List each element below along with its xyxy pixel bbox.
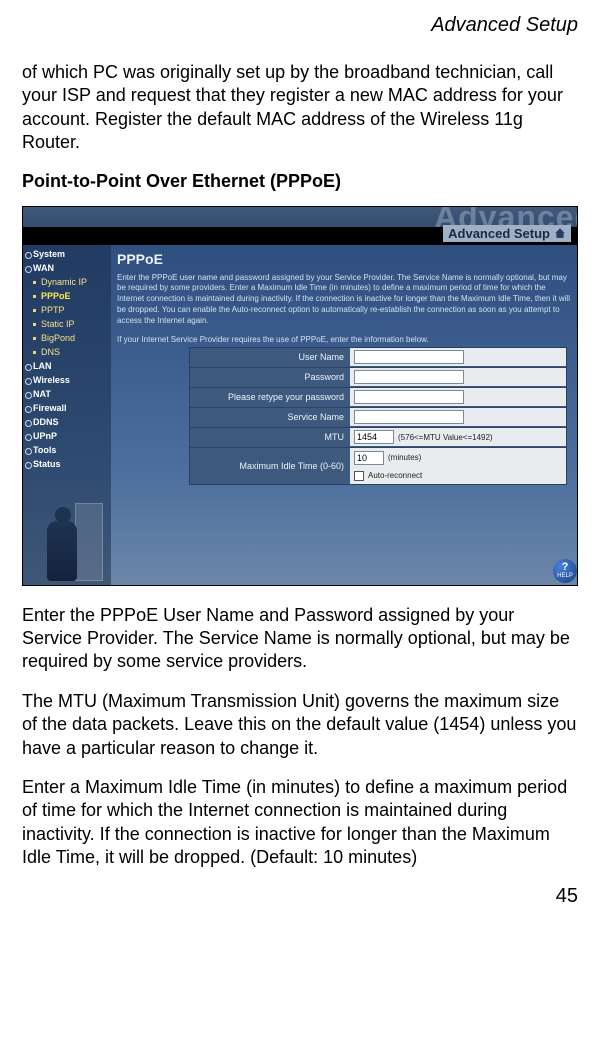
after-paragraph-1: Enter the PPPoE User Name and Password a…	[22, 604, 578, 674]
sidebar-item-pptp[interactable]: PPTP	[23, 303, 111, 317]
pppoe-form: User Name Password Please retype your pa…	[189, 347, 567, 485]
main-title: PPPoE	[117, 251, 571, 267]
mtu-hint: (576<=MTU Value<=1492)	[398, 433, 493, 442]
label-service-name: Service Name	[190, 409, 350, 425]
page-header: Advanced Setup	[22, 14, 578, 37]
label-retype: Please retype your password	[190, 389, 350, 405]
sidebar-item-status[interactable]: Status	[23, 457, 111, 471]
after-paragraph-3: Enter a Maximum Idle Time (in minutes) t…	[22, 776, 578, 870]
sidebar-item-tools[interactable]: Tools	[23, 443, 111, 457]
router-main: PPPoE Enter the PPPoE user name and pass…	[117, 251, 571, 579]
sidebar-item-system[interactable]: System	[23, 247, 111, 261]
sidebar-item-lan[interactable]: LAN	[23, 359, 111, 373]
sidebar-item-bigpond[interactable]: BigPond	[23, 331, 111, 345]
input-idle-time[interactable]	[354, 451, 384, 465]
input-service-name[interactable]	[354, 410, 464, 424]
sidebar-item-static-ip[interactable]: Static IP	[23, 317, 111, 331]
help-button[interactable]: ? HELP	[553, 559, 577, 583]
help-label: HELP	[557, 573, 573, 579]
intro-paragraph: of which PC was originally set up by the…	[22, 61, 578, 155]
sidebar-item-dns[interactable]: DNS	[23, 345, 111, 359]
sidebar-item-ddns[interactable]: DDNS	[23, 415, 111, 429]
sidebar-item-wan[interactable]: WAN	[23, 261, 111, 275]
sidebar-item-dynamic-ip[interactable]: Dynamic IP	[23, 275, 111, 289]
decorative-figure	[29, 491, 105, 581]
home-icon[interactable]	[554, 227, 566, 239]
router-screenshot: Advanced Advanced Setup SystemWANDynamic…	[22, 206, 578, 586]
auto-reconnect-label: Auto-reconnect	[368, 471, 422, 480]
sidebar-item-firewall[interactable]: Firewall	[23, 401, 111, 415]
help-icon: ?	[562, 562, 569, 573]
input-password[interactable]	[354, 370, 464, 384]
idle-hint: (minutes)	[388, 453, 421, 462]
label-username: User Name	[190, 349, 350, 365]
sidebar-item-wireless[interactable]: Wireless	[23, 373, 111, 387]
sidebar-item-pppoe[interactable]: PPPoE	[23, 289, 111, 303]
label-password: Password	[190, 369, 350, 385]
label-mtu: MTU	[190, 429, 350, 445]
sidebar-item-upnp[interactable]: UPnP	[23, 429, 111, 443]
advanced-setup-badge[interactable]: Advanced Setup	[443, 225, 571, 242]
checkbox-auto-reconnect[interactable]	[354, 471, 364, 481]
input-username[interactable]	[354, 350, 464, 364]
label-idle: Maximum Idle Time (0-60)	[190, 458, 350, 474]
input-mtu[interactable]	[354, 430, 394, 444]
advanced-setup-label: Advanced Setup	[448, 226, 550, 241]
input-retype-password[interactable]	[354, 390, 464, 404]
main-desc-1: Enter the PPPoE user name and password a…	[117, 273, 571, 327]
after-paragraph-2: The MTU (Maximum Transmission Unit) gove…	[22, 690, 578, 760]
page-number: 45	[22, 885, 578, 908]
section-heading: Point-to-Point Over Ethernet (PPPoE)	[22, 171, 578, 192]
sidebar-item-nat[interactable]: NAT	[23, 387, 111, 401]
main-desc-2: If your Internet Service Provider requir…	[117, 335, 571, 346]
